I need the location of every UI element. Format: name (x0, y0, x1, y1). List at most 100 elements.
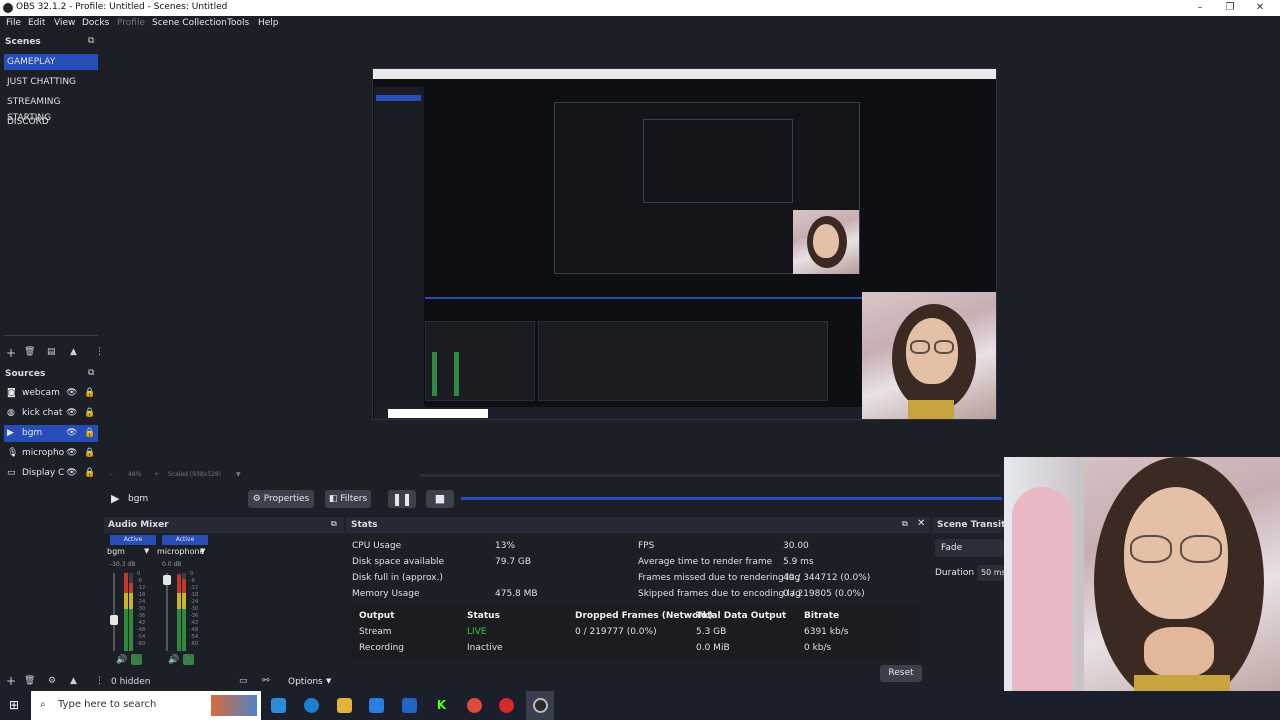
obs-taskbar-active[interactable] (526, 691, 554, 720)
play-icon: ▶ (7, 428, 14, 438)
remove-scene-button[interactable]: 🗑 (24, 347, 35, 357)
link-icon[interactable]: ⚯ (262, 676, 270, 686)
microphone-speaker-icon[interactable]: 🔊 (168, 655, 179, 665)
media-seek-bar[interactable] (461, 497, 1002, 500)
minimize-button[interactable]: – (1185, 0, 1215, 16)
gear-icon[interactable]: ⚙ (48, 676, 56, 686)
play-button[interactable]: ▶ (111, 492, 119, 505)
eye-icon[interactable]: 👁 (66, 385, 77, 402)
file-explorer-icon[interactable] (337, 698, 352, 713)
chevron-down-icon[interactable]: ▼ (200, 547, 205, 555)
source-microphone[interactable]: 🎙 micropho 👁 🔒 (4, 445, 98, 462)
duration-input[interactable]: 50 ms (977, 565, 1004, 581)
menu-profile[interactable]: Profile (117, 18, 145, 28)
menu-file[interactable]: File (6, 18, 21, 28)
move-up-button[interactable]: ▲ (70, 676, 77, 686)
scene-just-chatting[interactable]: JUST CHATTING (4, 74, 98, 90)
bgm-meter-right (129, 573, 133, 651)
properties-button[interactable]: ⚙ Properties (248, 490, 314, 508)
undock-icon[interactable]: ⧉ (88, 368, 94, 378)
more-options-icon[interactable]: ⋮ (95, 347, 104, 357)
add-source-button[interactable]: + (6, 674, 16, 688)
mixer-layout-icon[interactable]: ▭ (239, 676, 248, 686)
kick-icon[interactable]: K (434, 698, 449, 713)
lock-icon[interactable]: 🔒 (84, 425, 95, 442)
copilot-icon[interactable] (271, 698, 286, 713)
minus-icon[interactable]: – (110, 471, 113, 478)
bgm-fader-track[interactable] (113, 573, 115, 651)
options-button[interactable]: Options (288, 677, 323, 687)
bgm-db-scale: 0 -6 -12 -18 -24 -30 -36 -42 -48 -54 -60 (137, 571, 146, 647)
restore-button[interactable]: ❐ (1215, 0, 1245, 16)
menu-tools[interactable]: Tools (227, 18, 249, 28)
program-preview[interactable] (372, 68, 997, 420)
transition-select[interactable]: Fade (935, 539, 1004, 557)
chrome-icon[interactable] (467, 698, 482, 713)
add-scene-button[interactable]: + (6, 346, 16, 360)
menu-edit[interactable]: Edit (28, 18, 45, 28)
stat-value: 79.7 GB (495, 557, 532, 567)
eye-icon[interactable]: 👁 (66, 465, 77, 482)
sources-title: Sources (5, 369, 46, 379)
eye-icon[interactable]: 👁 (66, 425, 77, 442)
windows-start-icon[interactable]: ⊞ (9, 698, 19, 712)
undock-icon[interactable]: ⧉ (902, 519, 908, 529)
close-icon[interactable]: ✕ (917, 518, 925, 529)
remove-source-button[interactable]: 🗑 (24, 676, 35, 686)
scene-filters-button[interactable]: ▤ (47, 347, 56, 357)
bgm-fader-handle[interactable] (110, 615, 118, 625)
neck (1144, 627, 1214, 677)
scene-gameplay[interactable]: GAMEPLAY (4, 54, 98, 70)
lock-icon[interactable]: 🔒 (84, 385, 95, 402)
bgm-speaker-icon[interactable]: 🔊 (116, 655, 127, 665)
monitor-icon: ▭ (7, 468, 16, 478)
horizontal-scrollbar[interactable] (420, 474, 1000, 477)
edge-icon[interactable] (304, 698, 319, 713)
audio-mixer-body: Active Active bgm ▼ microphone ▼ -30.3 d… (104, 533, 344, 673)
source-kick-chat[interactable]: ◍ kick chat k 👁 🔒 (4, 405, 98, 422)
microphone-monitor-icon[interactable]: 🎧 (183, 654, 194, 665)
source-bgm[interactable]: ▶ bgm 👁 🔒 (4, 425, 98, 442)
menu-view[interactable]: View (54, 18, 75, 28)
browser-icon: ◍ (7, 408, 15, 418)
bgm-monitor-icon[interactable]: 🎧 (131, 654, 142, 665)
table-cell: Recording (359, 643, 405, 653)
move-up-button[interactable]: ▲ (70, 347, 77, 357)
undock-icon[interactable]: ⧉ (331, 519, 337, 529)
filters-button[interactable]: ◧ Filters (325, 490, 371, 508)
stat-label: Memory Usage (352, 589, 420, 599)
chevron-down-icon[interactable]: ▼ (236, 471, 241, 478)
lock-icon[interactable]: 🔒 (84, 405, 95, 422)
stop-button[interactable]: ■ (426, 490, 454, 508)
nested-scenes-column (374, 87, 424, 417)
chevron-down-icon[interactable]: ▼ (144, 547, 149, 555)
menu-docks[interactable]: Docks (82, 18, 109, 28)
close-window-button[interactable]: ✕ (1245, 0, 1275, 16)
undock-icon[interactable]: ⧉ (88, 36, 94, 46)
opera-icon[interactable] (499, 698, 514, 713)
scene-discord[interactable]: DISCORD (4, 114, 98, 130)
more-options-icon[interactable]: ⋮ (95, 676, 104, 686)
source-display-capture[interactable]: ▭ Display Ca 👁 🔒 (4, 465, 98, 482)
plus-icon[interactable]: + (154, 471, 159, 478)
stat-label: Average time to render frame (638, 557, 773, 567)
chevron-down-icon[interactable]: ▼ (326, 677, 331, 685)
lock-icon[interactable]: 🔒 (84, 465, 95, 482)
menu-help[interactable]: Help (258, 18, 279, 28)
mail-icon[interactable] (402, 698, 417, 713)
microphone-fader-handle[interactable] (163, 575, 171, 585)
menu-scene-collection[interactable]: Scene Collection (152, 18, 227, 28)
lock-icon[interactable]: 🔒 (84, 445, 95, 462)
scene-streaming-starting[interactable]: STREAMING STARTING (4, 94, 98, 123)
source-webcam[interactable]: ◙ webcam 👁 🔒 (4, 385, 98, 402)
eye-icon[interactable]: 👁 (66, 405, 77, 422)
reset-button[interactable]: Reset (880, 665, 922, 682)
pause-button[interactable]: ❚❚ (388, 490, 416, 508)
audio-mixer-title: Audio Mixer (108, 520, 169, 530)
eye-icon[interactable]: 👁 (66, 445, 77, 462)
taskbar-search[interactable]: ⌕ Type here to search (31, 691, 261, 720)
menu-bar: File Edit View Docks Profile Scene Colle… (0, 16, 1280, 32)
hidden-count: 0 hidden (111, 677, 151, 687)
search-icon: ⌕ (40, 699, 46, 710)
store-icon[interactable] (369, 698, 384, 713)
